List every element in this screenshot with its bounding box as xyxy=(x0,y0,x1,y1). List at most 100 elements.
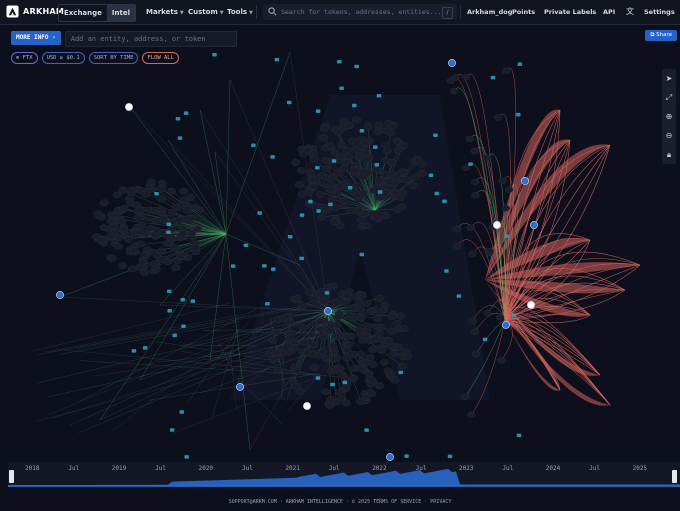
token-badge-icon xyxy=(342,380,348,385)
chevron-down-icon: ▼ xyxy=(249,10,253,16)
mode-tabs: Exchange Intel xyxy=(58,4,136,22)
address-node xyxy=(112,191,122,199)
zoom-in-icon[interactable]: ⊕ xyxy=(662,107,676,126)
pointer-icon[interactable]: ➤ xyxy=(662,69,676,88)
address-node xyxy=(107,211,116,219)
chip-sort-by-time[interactable]: SORT BY TIME xyxy=(88,52,139,64)
timeline-activity-chart xyxy=(8,468,680,487)
flow-edge xyxy=(199,109,227,235)
timeline-scrubber[interactable]: 2018 Jul 2019 Jul 2020 Jul 2021 Jul 2022 Jul 2023 J… xyxy=(8,462,680,488)
address-node xyxy=(106,217,116,225)
address-node xyxy=(374,121,384,129)
token-badge-icon xyxy=(190,299,196,303)
menu-custom-label: Custom xyxy=(188,8,218,16)
address-node xyxy=(140,269,149,276)
flow-edge xyxy=(209,233,227,361)
zoom-out-icon[interactable]: ⊖ xyxy=(662,126,676,145)
address-node xyxy=(312,301,321,309)
timeline-start-handle[interactable] xyxy=(9,470,14,483)
search-box[interactable]: Search for tokens, addresses, entities..… xyxy=(263,4,457,20)
address-node xyxy=(151,217,160,224)
token-badge-icon xyxy=(444,269,449,273)
address-node xyxy=(113,242,123,250)
chip-usd-filter[interactable]: USD ≥ $0.1 xyxy=(41,52,85,64)
address-node xyxy=(138,228,147,236)
points-link[interactable]: Points xyxy=(512,0,535,24)
address-node xyxy=(336,152,346,160)
user-profile-link[interactable]: Arkham_dog xyxy=(467,0,512,24)
arkham-logo[interactable]: ARKHAM xyxy=(6,5,64,18)
token-badge-icon xyxy=(274,57,280,62)
outflow-edge xyxy=(504,318,611,406)
more-info-button[interactable]: MORE INFO › xyxy=(11,31,61,45)
address-node xyxy=(340,298,350,306)
token-badge-icon xyxy=(482,337,488,342)
address-node xyxy=(156,195,166,202)
token-badge-icon xyxy=(230,264,236,268)
address-node xyxy=(334,128,343,136)
lock-icon[interactable]: 🔒︎ xyxy=(662,145,676,164)
address-node xyxy=(379,358,389,366)
address-node xyxy=(357,215,366,223)
address-node xyxy=(118,225,128,233)
address-node xyxy=(381,142,391,149)
token-badge-icon xyxy=(251,143,256,147)
entity-icon xyxy=(530,221,538,229)
token-badge-icon xyxy=(315,109,321,113)
entity-flow-graph[interactable] xyxy=(0,25,680,462)
tab-exchange[interactable]: Exchange xyxy=(59,5,107,21)
chip-entity-ftx[interactable]: ⊗ FTX xyxy=(11,52,38,64)
entity-icon xyxy=(521,177,529,185)
token-badge-icon xyxy=(372,145,378,149)
address-node xyxy=(345,310,355,318)
address-node xyxy=(452,226,462,233)
share-button[interactable]: ⧉ Share xyxy=(645,30,677,41)
address-node xyxy=(352,181,361,189)
address-node xyxy=(343,146,352,154)
address-node xyxy=(138,258,148,266)
address-node xyxy=(362,322,372,330)
address-node xyxy=(363,122,373,130)
search-input[interactable]: Search for tokens, addresses, entities..… xyxy=(281,4,441,20)
address-node xyxy=(368,210,378,218)
chip-flow-all[interactable]: FLOW ALL xyxy=(142,52,179,64)
address-node xyxy=(504,186,514,193)
address-node xyxy=(273,366,283,374)
menu-tools[interactable]: Tools ▼ xyxy=(227,0,253,24)
address-node xyxy=(461,73,470,81)
address-node xyxy=(163,258,173,266)
divider xyxy=(256,5,257,19)
address-node xyxy=(356,350,366,358)
address-node xyxy=(119,205,129,212)
address-node xyxy=(347,137,357,145)
address-node xyxy=(358,189,368,197)
address-node xyxy=(316,213,326,221)
add-entity-input[interactable]: Add an entity, address, or token xyxy=(64,31,237,47)
translate-icon[interactable]: 文 xyxy=(626,0,634,24)
address-node xyxy=(315,191,325,198)
menu-custom[interactable]: Custom ▼ xyxy=(188,0,224,24)
address-node xyxy=(179,187,189,195)
private-labels-link[interactable]: Private Labels xyxy=(544,0,596,24)
address-node xyxy=(396,312,406,320)
address-node xyxy=(106,233,116,240)
address-node xyxy=(417,160,427,168)
timeline-end-handle[interactable] xyxy=(672,470,677,483)
fit-view-icon[interactable]: ⤢ xyxy=(662,88,676,107)
settings-link[interactable]: Settings xyxy=(644,0,675,24)
address-node xyxy=(297,301,307,309)
address-node xyxy=(470,328,480,335)
token-badge-icon xyxy=(376,93,382,98)
address-node xyxy=(187,230,196,238)
address-node xyxy=(387,158,397,166)
token-badge-icon xyxy=(456,294,462,298)
address-node xyxy=(355,298,364,306)
menu-markets[interactable]: Markets ▼ xyxy=(146,0,184,24)
address-node xyxy=(285,348,294,356)
address-node xyxy=(390,376,400,384)
token-badge-icon xyxy=(167,309,172,313)
token-badge-icon xyxy=(490,75,496,80)
api-link[interactable]: API xyxy=(603,0,615,24)
arkham-logo-icon xyxy=(6,5,19,18)
address-node xyxy=(375,295,385,302)
